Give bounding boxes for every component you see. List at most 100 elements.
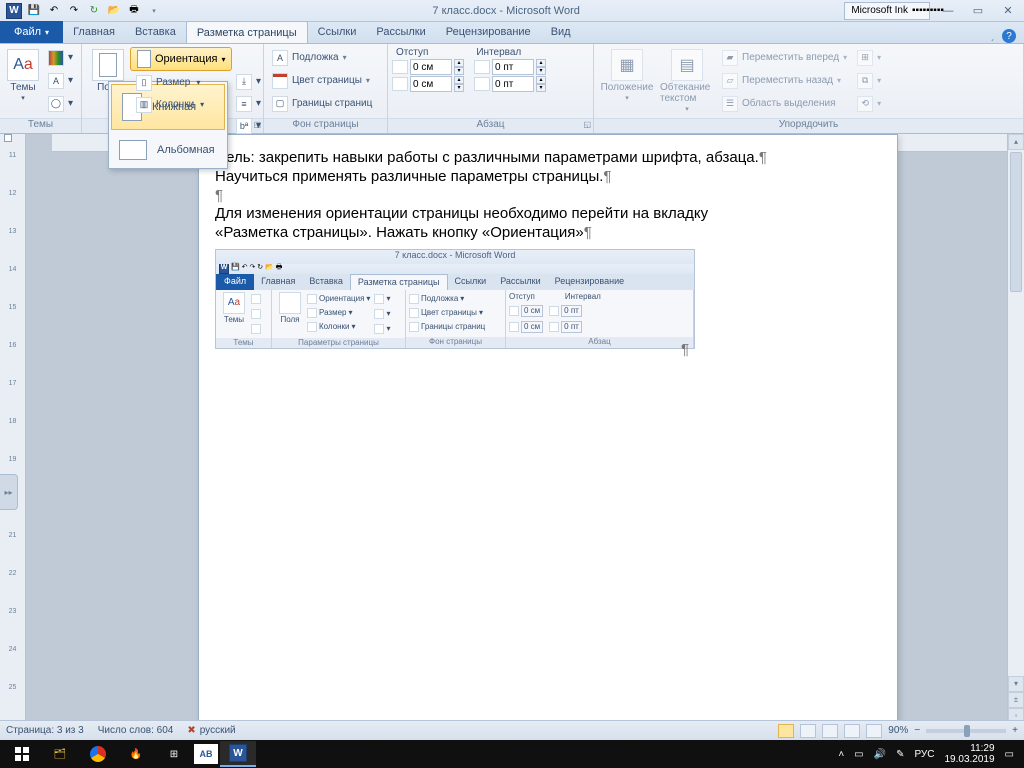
- tray-pen-icon[interactable]: ✎: [896, 749, 904, 760]
- space-after-input[interactable]: [492, 76, 534, 92]
- size-label: Размер: [156, 77, 190, 88]
- send-backward-button[interactable]: ▱Переместить назад: [718, 70, 851, 91]
- status-language[interactable]: ✖русский: [187, 725, 235, 736]
- group-paragraph: Отступ Интервал ▴▾ ▴▾ ▴▾ ▴▾ Абзац◱: [388, 44, 594, 133]
- task-calculator[interactable]: ⊞: [156, 741, 192, 767]
- theme-colors-button[interactable]: ▾: [44, 47, 77, 68]
- space-after-field[interactable]: ▴▾: [474, 76, 546, 92]
- tray-overflow-icon[interactable]: ˄: [838, 749, 844, 760]
- tab-mailings[interactable]: Рассылки: [366, 21, 435, 43]
- status-page[interactable]: Страница: 3 из 3: [6, 725, 84, 736]
- rotate-button[interactable]: ⟲: [853, 93, 885, 114]
- tab-page-layout[interactable]: Разметка страницы: [186, 21, 308, 43]
- undo-icon[interactable]: ↶: [46, 3, 62, 19]
- tray-language[interactable]: РУС: [914, 749, 934, 760]
- tab-file[interactable]: Файл▾: [0, 21, 63, 43]
- open-icon[interactable]: 📂: [106, 3, 122, 19]
- theme-fonts-button[interactable]: A▾: [44, 70, 77, 91]
- mini-tabs: Файл Главная Вставка Разметка страницы С…: [216, 274, 694, 290]
- status-word-count[interactable]: Число слов: 604: [98, 725, 174, 736]
- view-web-button[interactable]: [822, 724, 838, 738]
- task-word[interactable]: W: [220, 741, 256, 767]
- group-objects-button[interactable]: ⧉: [853, 70, 885, 91]
- zoom-in-button[interactable]: +: [1012, 725, 1018, 736]
- selection-pane-label: Область выделения: [742, 98, 836, 109]
- columns-button[interactable]: ▥Колонки▾: [132, 94, 232, 115]
- document-page[interactable]: Цель: закрепить навыки работы с различны…: [198, 134, 898, 724]
- vertical-scrollbar[interactable]: ▴ ▾ ± ◦ ∓: [1007, 134, 1024, 740]
- scroll-down-button[interactable]: ▾: [1008, 676, 1024, 692]
- themes-label: Темы: [10, 82, 35, 93]
- theme-effects-button[interactable]: ◯▾: [44, 93, 77, 114]
- indent-left-field[interactable]: ▴▾: [392, 59, 464, 75]
- zoom-slider[interactable]: [926, 729, 1006, 733]
- indent-right-input[interactable]: [410, 76, 452, 92]
- prev-page-button[interactable]: ±: [1008, 692, 1024, 708]
- save-icon[interactable]: 💾: [26, 3, 42, 19]
- tab-references[interactable]: Ссылки: [308, 21, 367, 43]
- view-draft-button[interactable]: [866, 724, 882, 738]
- space-before-input[interactable]: [492, 59, 534, 75]
- scroll-up-button[interactable]: ▴: [1008, 134, 1024, 150]
- size-button[interactable]: ▯Размер▾: [132, 72, 232, 93]
- space-before-field[interactable]: ▴▾: [474, 59, 546, 75]
- task-chrome[interactable]: [80, 741, 116, 767]
- selection-pane-button[interactable]: ☰Область выделения: [718, 93, 851, 114]
- tray-network-icon[interactable]: ▭: [854, 749, 863, 760]
- quick-print-icon[interactable]: 🖶: [126, 3, 142, 19]
- hyphenation-button[interactable]: bª▾: [232, 115, 265, 136]
- minimize-button[interactable]: —: [936, 2, 960, 20]
- refresh-icon[interactable]: ↻: [86, 3, 102, 19]
- position-button[interactable]: ▦ Положение▾: [598, 47, 656, 104]
- tab-view[interactable]: Вид: [541, 21, 581, 43]
- side-panel-handle[interactable]: ▸▸: [0, 474, 18, 510]
- orientation-button[interactable]: Ориентация ▾: [130, 47, 232, 71]
- minimize-ribbon-icon[interactable]: ˏ: [990, 30, 994, 42]
- tab-insert[interactable]: Вставка: [125, 21, 186, 43]
- doc-line-2: Научиться применять различные параметры …: [215, 168, 603, 185]
- maximize-button[interactable]: ▭: [966, 2, 990, 20]
- indent-right-field[interactable]: ▴▾: [392, 76, 464, 92]
- view-print-layout-button[interactable]: [778, 724, 794, 738]
- tray-clock[interactable]: 11:29 19.03.2019: [944, 743, 994, 765]
- wrap-text-label: Обтекание текстом: [660, 82, 714, 104]
- zoom-level[interactable]: 90%: [888, 725, 908, 736]
- task-ab-app[interactable]: AB: [194, 744, 218, 764]
- tab-review[interactable]: Рецензирование: [436, 21, 541, 43]
- align-button[interactable]: ⊞: [853, 47, 885, 68]
- redo-icon[interactable]: ↷: [66, 3, 82, 19]
- task-flame-app[interactable]: 🔥: [118, 741, 154, 767]
- close-button[interactable]: ✕: [996, 2, 1020, 20]
- view-outline-button[interactable]: [844, 724, 860, 738]
- indent-left-input[interactable]: [410, 59, 452, 75]
- tray-volume-icon[interactable]: 🔊: [874, 749, 886, 760]
- page-borders-button[interactable]: ▢Границы страниц: [268, 93, 383, 114]
- word-icon: W: [6, 3, 22, 19]
- scroll-thumb[interactable]: [1010, 152, 1022, 292]
- line-numbers-button[interactable]: ≡▾: [232, 93, 265, 114]
- paragraph-launcher-icon[interactable]: ◱: [583, 120, 591, 129]
- watermark-button[interactable]: AПодложка: [268, 47, 383, 68]
- start-button[interactable]: [4, 741, 40, 767]
- help-icon[interactable]: ?: [1002, 29, 1016, 43]
- view-full-screen-button[interactable]: [800, 724, 816, 738]
- qat-more-icon[interactable]: ▾: [146, 3, 162, 19]
- bring-forward-button[interactable]: ▰Переместить вперед: [718, 47, 851, 68]
- align-icon: ⊞: [857, 50, 873, 66]
- zoom-out-button[interactable]: −: [914, 725, 920, 736]
- microsoft-ink-button[interactable]: Microsoft Ink▪▪▪▪▪▪▪▪▪: [844, 2, 930, 20]
- zoom-slider-knob[interactable]: [964, 725, 970, 737]
- tray-notifications-icon[interactable]: ▭: [1005, 749, 1014, 760]
- task-file-explorer[interactable]: 🗂: [42, 741, 78, 767]
- bring-forward-icon: ▰: [722, 50, 738, 66]
- indent-header: Отступ: [396, 47, 428, 58]
- window-controls: Microsoft Ink▪▪▪▪▪▪▪▪▪ — ▭ ✕: [844, 2, 1024, 20]
- breaks-button[interactable]: ⤓▾: [232, 71, 265, 92]
- tab-home[interactable]: Главная: [63, 21, 125, 43]
- page-color-button[interactable]: Цвет страницы: [268, 70, 383, 91]
- orientation-landscape-item[interactable]: Альбомная: [109, 132, 227, 168]
- themes-button[interactable]: Aa Темы ▾: [4, 47, 42, 104]
- space-before-icon: [474, 60, 490, 74]
- wrap-text-button[interactable]: ▤ Обтекание текстом▾: [658, 47, 716, 115]
- mini-tab-layout: Разметка страницы: [350, 274, 448, 290]
